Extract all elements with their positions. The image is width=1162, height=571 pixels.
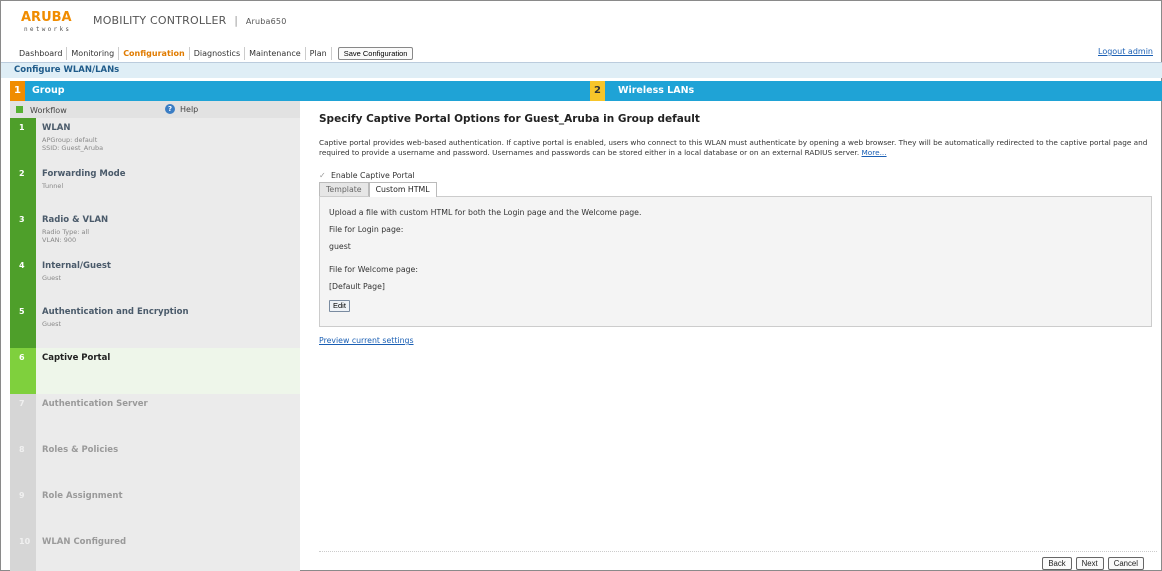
workflow-header: Workflow ? Help (10, 101, 300, 118)
step-number: 7 (10, 394, 36, 440)
login-file-label: File for Login page: (329, 225, 404, 234)
product-name: MOBILITY CONTROLLER (93, 14, 227, 27)
stepbar-group-label: Group (32, 85, 65, 96)
nav-configuration[interactable]: Configuration (119, 46, 190, 60)
page-title: Configure WLAN/LANs (14, 65, 120, 75)
nav-dashboard[interactable]: Dashboard (15, 46, 68, 60)
step-title: WLAN (42, 123, 71, 133)
tab-custom-html[interactable]: Custom HTML (368, 182, 437, 197)
nav-diagnostics[interactable]: Diagnostics (190, 46, 246, 60)
step-number: 2 (10, 164, 36, 210)
enable-captive-portal-label: Enable Captive Portal (331, 171, 415, 180)
step-title: Roles & Policies (42, 445, 119, 455)
back-button[interactable]: Back (1042, 557, 1072, 570)
checkmark-icon: ✓ (319, 171, 326, 180)
save-configuration-button[interactable]: Save Configuration (337, 46, 414, 60)
workflow-step-captive-portal[interactable]: 6 Captive Portal (10, 348, 300, 394)
workflow-step-forwarding-mode[interactable]: 2 Forwarding Mode Tunnel (10, 164, 300, 210)
step-detail: Guest (42, 320, 62, 328)
step-title: Radio & VLAN (42, 215, 109, 225)
preview-settings-link[interactable]: Preview current settings (319, 336, 414, 345)
section-title: Specify Captive Portal Options for Guest… (319, 113, 700, 125)
step-detail: APGroup: default (42, 136, 98, 144)
upload-instructions: Upload a file with custom HTML for both … (329, 208, 642, 217)
step-detail: Radio Type: all (42, 228, 90, 236)
workflow-step-internal-guest[interactable]: 4 Internal/Guest Guest (10, 256, 300, 302)
help-icon[interactable]: ? (165, 104, 175, 114)
help-link[interactable]: Help (180, 105, 198, 114)
workflow-step-authentication-encryption[interactable]: 5 Authentication and Encryption Guest (10, 302, 300, 348)
logo-subtext: networks (24, 26, 72, 33)
step-details: Guest (42, 320, 61, 328)
step-title: Internal/Guest (42, 261, 111, 271)
step-title: Role Assignment (42, 491, 123, 501)
workflow-sidebar: Workflow ? Help 1 WLAN APGroup: default … (10, 101, 300, 571)
step-title: Authentication Server (42, 399, 148, 409)
app-frame: ARUBA networks MOBILITY CONTROLLER | Aru… (0, 0, 1162, 571)
step-number: 4 (10, 256, 36, 302)
step-number: 8 (10, 440, 36, 486)
step-detail: VLAN: 900 (42, 236, 77, 244)
page-subheader: Configure WLAN/LANs (1, 62, 1162, 78)
step-detail: SSID: Guest_Aruba (42, 144, 104, 152)
step-number: 6 (10, 348, 36, 394)
cancel-button[interactable]: Cancel (1107, 557, 1144, 570)
workflow-step-wlan[interactable]: 1 WLAN APGroup: default SSID: Guest_Arub… (10, 118, 300, 164)
stepbar-group-number: 1 (10, 81, 25, 101)
step-details: APGroup: default SSID: Guest_Aruba (42, 136, 103, 152)
nav-monitoring[interactable]: Monitoring (67, 46, 120, 60)
workflow-step-role-assignment[interactable]: 9 Role Assignment (10, 486, 300, 532)
step-number: 3 (10, 210, 36, 256)
step-detail: Tunnel (42, 182, 64, 190)
edit-button[interactable]: Edit (329, 300, 350, 312)
step-detail: Guest (42, 274, 62, 282)
step-number: 9 (10, 486, 36, 532)
welcome-file-label: File for Welcome page: (329, 265, 418, 274)
stepbar-wlan-number: 2 (590, 81, 605, 101)
step-title: Captive Portal (42, 353, 111, 363)
step-number: 5 (10, 302, 36, 348)
workflow-step-wlan-configured[interactable]: 10 WLAN Configured (10, 532, 300, 571)
footer-divider (319, 551, 1157, 552)
workflow-step-roles-policies[interactable]: 8 Roles & Policies (10, 440, 300, 486)
stepbar-group[interactable]: 1 Group (10, 81, 590, 101)
main-nav: Dashboard Monitoring Configuration Diagn… (15, 46, 414, 60)
captive-portal-description: Captive portal provides web-based authen… (319, 138, 1154, 157)
portal-tabs: Template Custom HTML (319, 182, 437, 197)
step-number: 1 (10, 118, 36, 164)
stepbar-wireless-lans[interactable]: 2 Wireless LANs (590, 81, 1162, 101)
stepbar-wlan-label: Wireless LANs (618, 85, 695, 96)
logout-link[interactable]: Logout admin (1098, 47, 1153, 56)
controller-hostname: Aruba650 (245, 17, 287, 26)
more-link[interactable]: More... (862, 148, 887, 157)
tab-template[interactable]: Template (319, 182, 369, 196)
product-title: MOBILITY CONTROLLER | Aruba650 (93, 14, 287, 27)
aruba-logo: ARUBA networks (21, 10, 83, 34)
step-title: Forwarding Mode (42, 169, 126, 179)
workflow-square-icon (16, 106, 23, 113)
step-title: Authentication and Encryption (42, 307, 189, 317)
welcome-file-value: [Default Page] (329, 282, 385, 291)
workflow-step-radio-vlan[interactable]: 3 Radio & VLAN Radio Type: all VLAN: 900 (10, 210, 300, 256)
wizard-buttons: Back Next Cancel (1042, 557, 1144, 570)
enable-captive-portal-checkbox[interactable]: ✓ Enable Captive Portal (319, 171, 415, 180)
header: ARUBA networks MOBILITY CONTROLLER | Aru… (1, 1, 1162, 45)
nav-plan[interactable]: Plan (306, 46, 332, 60)
step-details: Radio Type: all VLAN: 900 (42, 228, 89, 244)
step-details: Guest (42, 274, 61, 282)
title-separator: | (234, 14, 239, 27)
step-title: WLAN Configured (42, 537, 127, 547)
login-file-value: guest (329, 242, 351, 251)
step-details: Tunnel (42, 182, 63, 190)
custom-html-panel: Upload a file with custom HTML for both … (319, 196, 1152, 327)
main-content: Specify Captive Portal Options for Guest… (301, 101, 1162, 571)
description-text: Captive portal provides web-based authen… (319, 138, 1148, 157)
workflow-label: Workflow (30, 106, 67, 115)
workflow-step-authentication-server[interactable]: 7 Authentication Server (10, 394, 300, 440)
nav-maintenance[interactable]: Maintenance (245, 46, 306, 60)
logo-text: ARUBA (21, 10, 72, 25)
next-button[interactable]: Next (1075, 557, 1104, 570)
step-number: 10 (10, 532, 36, 571)
